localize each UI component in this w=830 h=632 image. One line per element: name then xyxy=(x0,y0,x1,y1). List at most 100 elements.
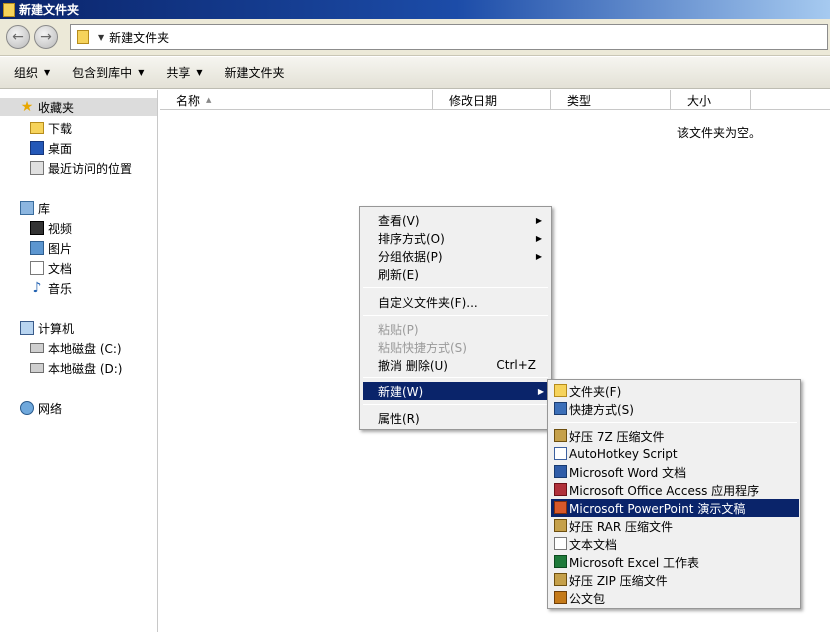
shortcut-icon xyxy=(554,402,567,415)
new-folder-button[interactable]: 新建文件夹 xyxy=(219,61,291,85)
video-icon xyxy=(30,221,44,235)
organize-label: 组织 xyxy=(14,66,39,80)
menu-new[interactable]: 新建(W) ▶ xyxy=(363,382,550,400)
nav-recent[interactable]: 最近访问的位置 xyxy=(30,159,132,177)
nav-label: 文档 xyxy=(48,261,73,276)
excel-icon xyxy=(554,555,567,568)
recent-places-icon xyxy=(30,161,44,175)
command-bar: 组织 ▼ 包含到库中 ▼ 共享 ▼ 新建文件夹 xyxy=(0,57,830,89)
menu-label: 分组依据(P) xyxy=(378,249,443,264)
menu-label: 排序方式(O) xyxy=(378,231,445,246)
address-path[interactable]: 新建文件夹 xyxy=(109,29,169,46)
menu-label: 好压 7Z 压缩文件 xyxy=(569,429,665,444)
menu-label: 粘贴快捷方式(S) xyxy=(378,340,467,355)
submenu-powerpoint[interactable]: Microsoft PowerPoint 演示文稿 xyxy=(551,499,799,517)
nav-label: 计算机 xyxy=(38,321,75,336)
library-icon xyxy=(20,201,34,215)
submenu-folder[interactable]: 文件夹(F) xyxy=(551,382,797,400)
breadcrumb-arrow-icon[interactable]: ▼ xyxy=(98,33,104,42)
submenu-7z[interactable]: 好压 7Z 压缩文件 xyxy=(551,427,797,445)
picture-icon xyxy=(30,241,44,255)
column-size[interactable]: 大小 xyxy=(671,90,751,110)
navigation-pane: ★ 收藏夹 下载 桌面 最近访问的位置 库 视频 图片 文档 ♪ 音乐 计算机 … xyxy=(0,90,158,632)
empty-folder-message: 该文件夹为空。 xyxy=(677,126,762,140)
archive-icon xyxy=(554,519,567,532)
submenu-access[interactable]: Microsoft Office Access 应用程序 xyxy=(551,481,797,499)
address-box[interactable]: ▼ 新建文件夹 xyxy=(70,24,828,50)
menu-label: 刷新(E) xyxy=(378,267,419,282)
menu-properties[interactable]: 属性(R) xyxy=(363,409,548,427)
downloads-folder-icon xyxy=(30,122,44,134)
menu-label: Microsoft Excel 工作表 xyxy=(569,555,700,570)
menu-label: 属性(R) xyxy=(378,411,420,426)
nav-favorites[interactable]: ★ 收藏夹 xyxy=(0,98,157,116)
nav-network[interactable]: 网络 xyxy=(20,399,62,417)
sort-ascending-icon: ▲ xyxy=(206,96,212,104)
menu-separator xyxy=(363,315,548,316)
submenu-shortcut[interactable]: 快捷方式(S) xyxy=(551,400,797,418)
submenu-arrow-icon: ▶ xyxy=(535,233,542,243)
new-folder-label: 新建文件夹 xyxy=(224,66,285,80)
archive-icon xyxy=(554,429,567,442)
folder-icon xyxy=(554,384,567,397)
share-button[interactable]: 共享 ▼ xyxy=(160,61,208,85)
column-label: 大小 xyxy=(687,93,712,108)
access-icon xyxy=(554,483,567,496)
nav-music[interactable]: ♪ 音乐 xyxy=(30,279,72,297)
menu-label: Microsoft Word 文档 xyxy=(569,465,687,480)
nav-disk-d[interactable]: 本地磁盘 (D:) xyxy=(30,359,122,377)
nav-disk-c[interactable]: 本地磁盘 (C:) xyxy=(30,339,122,357)
folder-icon xyxy=(77,30,89,44)
nav-label: 本地磁盘 (C:) xyxy=(48,341,122,356)
forward-button[interactable]: → xyxy=(34,25,58,49)
dropdown-arrow-icon: ▼ xyxy=(196,68,203,77)
star-icon: ★ xyxy=(20,99,34,115)
menu-label: 自定义文件夹(F)... xyxy=(378,295,478,310)
submenu-ahk[interactable]: AutoHotkey Script xyxy=(551,445,797,463)
submenu-excel[interactable]: Microsoft Excel 工作表 xyxy=(551,553,797,571)
menu-view[interactable]: 查看(V) ▶ xyxy=(363,211,548,229)
nav-downloads[interactable]: 下载 xyxy=(30,119,72,137)
context-menu: 查看(V) ▶ 排序方式(O) ▶ 分组依据(P) ▶ 刷新(E) 自定义文件夹… xyxy=(359,206,552,430)
menu-shortcut: Ctrl+Z xyxy=(496,358,536,372)
column-type[interactable]: 类型 xyxy=(551,90,671,110)
submenu-rar[interactable]: 好压 RAR 压缩文件 xyxy=(551,517,797,535)
window-title: 新建文件夹 xyxy=(19,3,80,17)
column-modified[interactable]: 修改日期 xyxy=(433,90,551,110)
nav-pictures[interactable]: 图片 xyxy=(30,239,72,257)
title-bar: 新建文件夹 xyxy=(0,0,830,19)
menu-customize-folder[interactable]: 自定义文件夹(F)... xyxy=(363,293,548,311)
menu-label: 文本文档 xyxy=(569,537,618,552)
nav-documents[interactable]: 文档 xyxy=(30,259,72,277)
organize-button[interactable]: 组织 ▼ xyxy=(8,61,56,85)
submenu-word[interactable]: Microsoft Word 文档 xyxy=(551,463,797,481)
menu-label: 好压 RAR 压缩文件 xyxy=(569,519,674,534)
submenu-text[interactable]: 文本文档 xyxy=(551,535,797,553)
submenu-briefcase[interactable]: 公文包 xyxy=(551,589,797,607)
nav-videos[interactable]: 视频 xyxy=(30,219,72,237)
include-library-button[interactable]: 包含到库中 ▼ xyxy=(66,61,150,85)
dropdown-arrow-icon: ▼ xyxy=(44,68,51,77)
nav-label: 桌面 xyxy=(48,141,73,156)
menu-label: 快捷方式(S) xyxy=(569,402,634,417)
menu-refresh[interactable]: 刷新(E) xyxy=(363,265,548,283)
menu-group-by[interactable]: 分组依据(P) ▶ xyxy=(363,247,548,265)
submenu-zip[interactable]: 好压 ZIP 压缩文件 xyxy=(551,571,797,589)
menu-sort-by[interactable]: 排序方式(O) ▶ xyxy=(363,229,548,247)
menu-paste: 粘贴(P) xyxy=(363,320,548,338)
nav-label: 本地磁盘 (D:) xyxy=(48,361,123,376)
word-icon xyxy=(554,465,567,478)
nav-desktop[interactable]: 桌面 xyxy=(30,139,72,157)
submenu-arrow-icon: ▶ xyxy=(537,386,544,396)
nav-label: 库 xyxy=(38,201,51,216)
nav-libraries[interactable]: 库 xyxy=(20,199,50,217)
text-document-icon xyxy=(554,537,567,550)
back-button[interactable]: ← xyxy=(6,25,30,49)
column-name[interactable]: 名称 ▲ xyxy=(160,90,433,110)
menu-label: 文件夹(F) xyxy=(569,384,622,399)
new-submenu: 文件夹(F) 快捷方式(S) 好压 7Z 压缩文件 AutoHotkey Scr… xyxy=(547,379,801,609)
music-note-icon: ♪ xyxy=(32,280,42,296)
hard-disk-icon xyxy=(30,343,44,353)
menu-undo-delete[interactable]: 撤消 删除(U) Ctrl+Z xyxy=(363,356,548,374)
nav-computer[interactable]: 计算机 xyxy=(20,319,74,337)
